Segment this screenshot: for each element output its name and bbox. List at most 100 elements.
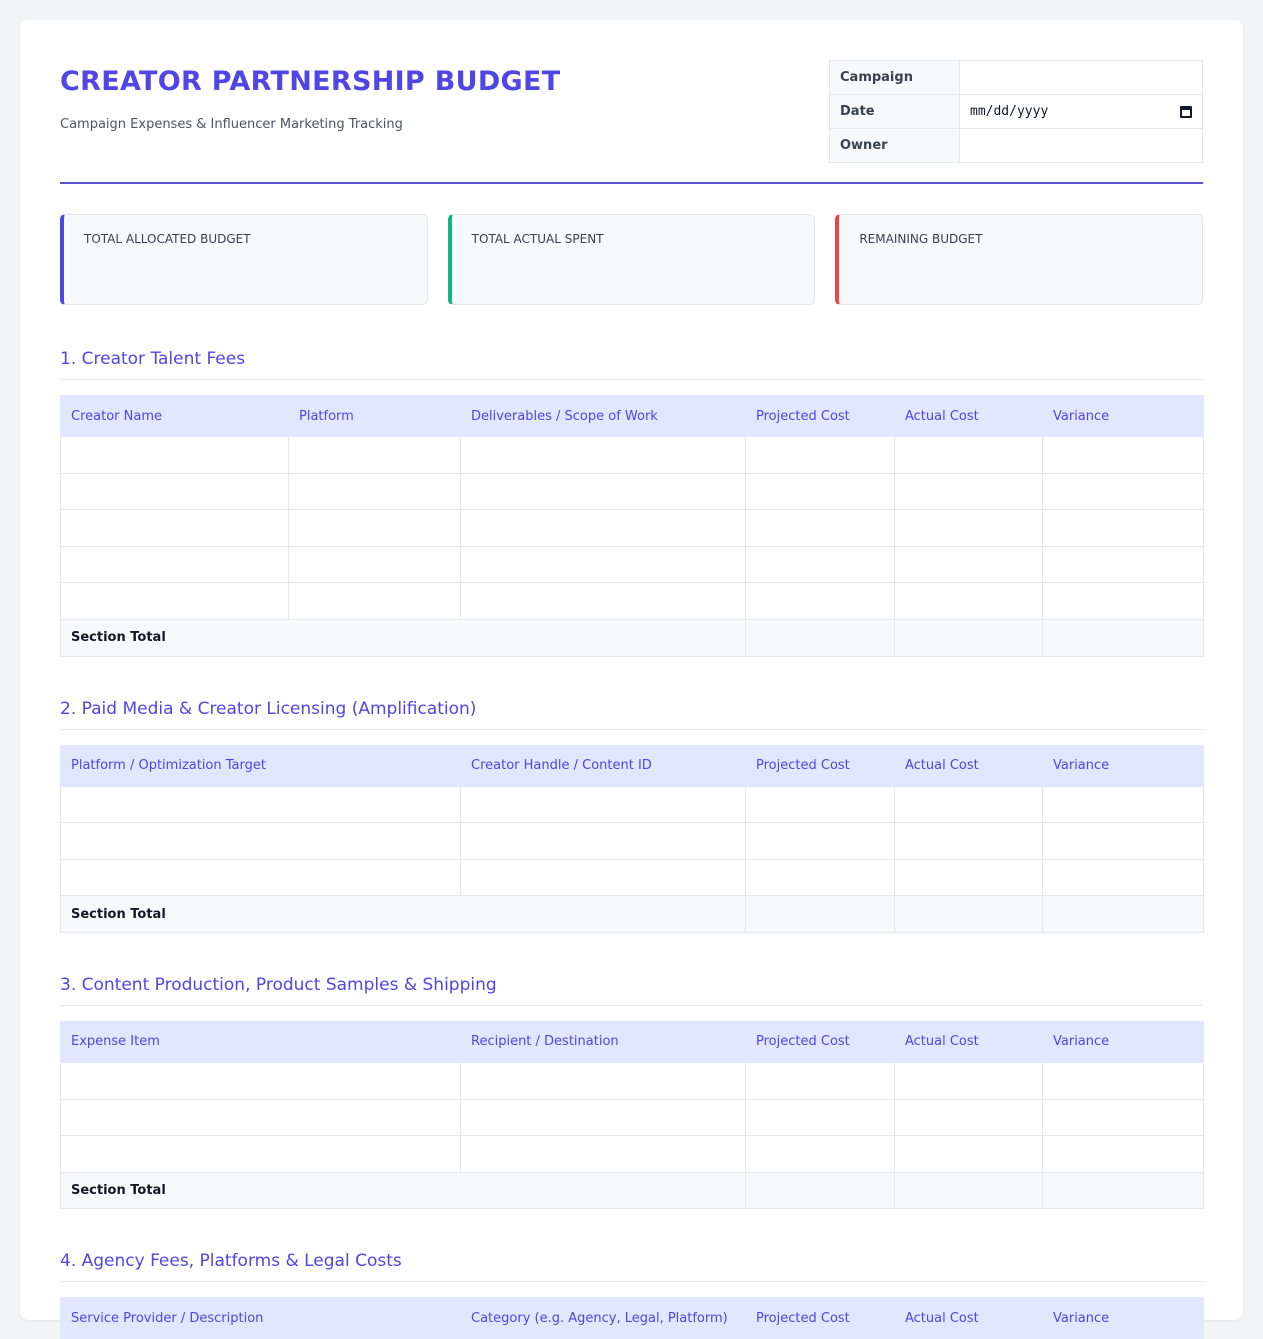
table-cell[interactable] (894, 436, 1043, 474)
col-header: Creator Name (60, 395, 289, 437)
table-cell[interactable] (288, 472, 461, 511)
table-cell[interactable] (745, 785, 895, 824)
section-total-row: Section Total (60, 895, 1204, 933)
date-label: Date (829, 94, 960, 129)
table-cell[interactable] (1042, 509, 1204, 547)
table-cell[interactable] (745, 1061, 895, 1100)
table-header-row: Platform / Optimization Target Creator H… (60, 744, 1204, 787)
table-cell[interactable] (460, 472, 746, 511)
table-cell[interactable] (288, 545, 461, 584)
table-cell[interactable] (60, 545, 289, 584)
table-cell[interactable] (460, 785, 746, 824)
section-2-title: 2. Paid Media & Creator Licensing (Ampli… (60, 699, 1203, 730)
table-row (60, 1061, 1204, 1100)
page-subtitle: Campaign Expenses & Influencer Marketing… (60, 117, 403, 132)
table-header-row: Expense Item Recipient / Destination Pro… (60, 1020, 1204, 1063)
section-1-title: 1. Creator Talent Fees (60, 349, 1203, 380)
table-cell[interactable] (894, 858, 1043, 897)
col-header: Projected Cost (745, 395, 895, 437)
col-header: Recipient / Destination (460, 1020, 746, 1063)
table-cell[interactable] (745, 436, 895, 474)
col-header: Actual Cost (894, 395, 1043, 437)
table-cell[interactable] (894, 822, 1043, 860)
col-header: Variance (1042, 744, 1204, 787)
table-cell[interactable] (60, 822, 461, 860)
meta-table: Campaign Date mm/dd/yyyy Owner (829, 60, 1203, 163)
table-cell[interactable] (288, 436, 461, 474)
budget-sheet: CREATOR PARTNERSHIP BUDGET Campaign Expe… (20, 20, 1243, 1339)
section-total-row: Section Total (60, 618, 1204, 657)
table-cell[interactable] (460, 436, 746, 474)
table-cell[interactable] (1042, 785, 1204, 824)
table-cell[interactable] (894, 1061, 1043, 1100)
table-cell[interactable] (460, 582, 746, 620)
table-row (60, 785, 1204, 824)
table-cell[interactable] (60, 858, 461, 897)
table-cell[interactable] (460, 1098, 746, 1137)
table-cell[interactable] (745, 1135, 895, 1173)
table-cell[interactable] (1042, 472, 1204, 511)
table-cell[interactable] (894, 1135, 1043, 1173)
table-cell[interactable] (894, 472, 1043, 511)
header: CREATOR PARTNERSHIP BUDGET Campaign Expe… (60, 60, 1203, 184)
campaign-input[interactable] (959, 60, 1203, 95)
total-variance-cell (1042, 618, 1204, 657)
table-cell[interactable] (894, 1098, 1043, 1137)
table-cell[interactable] (460, 509, 746, 547)
table-cell[interactable] (745, 822, 895, 860)
section-total-label: Section Total (60, 895, 746, 933)
campaign-label: Campaign (829, 60, 960, 95)
col-header: Projected Cost (745, 744, 895, 787)
table-cell[interactable] (60, 436, 289, 474)
production-table: Expense Item Recipient / Destination Pro… (60, 1020, 1204, 1210)
table-cell[interactable] (1042, 582, 1204, 620)
table-cell[interactable] (60, 1135, 461, 1173)
table-cell[interactable] (1042, 1135, 1204, 1173)
calendar-icon[interactable] (1180, 105, 1192, 118)
table-cell[interactable] (460, 822, 746, 860)
table-cell[interactable] (60, 1098, 461, 1137)
table-header-row: Creator Name Platform Deliverables / Sco… (60, 395, 1204, 437)
table-cell[interactable] (745, 472, 895, 511)
table-cell[interactable] (460, 858, 746, 897)
table-cell[interactable] (745, 858, 895, 897)
col-header: Projected Cost (745, 1020, 895, 1063)
title-block: CREATOR PARTNERSHIP BUDGET Campaign Expe… (60, 60, 560, 132)
table-cell[interactable] (894, 785, 1043, 824)
spent-card: TOTAL ACTUAL SPENT (447, 214, 816, 305)
table-cell[interactable] (288, 582, 461, 620)
table-cell[interactable] (894, 509, 1043, 547)
table-cell[interactable] (60, 1061, 461, 1100)
table-cell[interactable] (745, 1098, 895, 1137)
section-total-label: Section Total (60, 1171, 746, 1210)
paid-media-table: Platform / Optimization Target Creator H… (60, 744, 1204, 933)
allocated-card: TOTAL ALLOCATED BUDGET (60, 214, 428, 305)
col-header: Projected Cost (745, 1297, 895, 1339)
col-header: Platform (288, 395, 461, 437)
table-cell[interactable] (460, 545, 746, 584)
table-cell[interactable] (745, 582, 895, 620)
table-cell[interactable] (460, 1061, 746, 1100)
table-cell[interactable] (288, 509, 461, 547)
table-cell[interactable] (745, 545, 895, 584)
date-input[interactable]: mm/dd/yyyy (959, 94, 1203, 129)
col-header: Creator Handle / Content ID (460, 744, 746, 787)
table-cell[interactable] (60, 582, 289, 620)
table-cell[interactable] (460, 1135, 746, 1173)
table-cell[interactable] (1042, 858, 1204, 897)
table-cell[interactable] (60, 509, 289, 547)
table-cell[interactable] (1042, 1098, 1204, 1137)
summary-cards: TOTAL ALLOCATED BUDGET TOTAL ACTUAL SPEN… (60, 214, 1204, 305)
table-cell[interactable] (60, 785, 461, 824)
total-actual-cell (894, 1171, 1043, 1210)
total-projected-cell (745, 895, 895, 933)
table-cell[interactable] (1042, 436, 1204, 474)
owner-input[interactable] (959, 128, 1203, 163)
table-cell[interactable] (1042, 1061, 1204, 1100)
table-cell[interactable] (1042, 545, 1204, 584)
table-cell[interactable] (1042, 822, 1204, 860)
table-cell[interactable] (60, 472, 289, 511)
table-cell[interactable] (894, 545, 1043, 584)
table-cell[interactable] (745, 509, 895, 547)
table-cell[interactable] (894, 582, 1043, 620)
